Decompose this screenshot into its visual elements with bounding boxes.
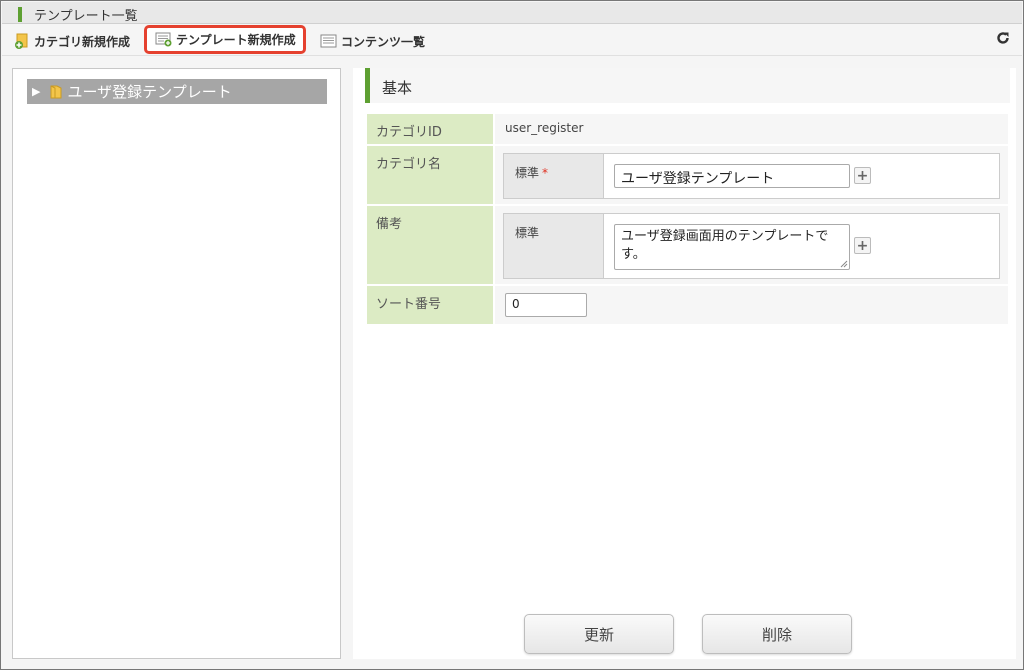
add-category-icon [15, 33, 28, 49]
app-window: テンプレート一覧 カテゴリ新規作成 テンプレート新規作成 コンテンツ一覧 ▶ ユ… [0, 0, 1024, 670]
content-list-label: コンテンツ一覧 [341, 34, 426, 49]
locale-label: 標準 [504, 214, 604, 278]
remarks-textarea[interactable]: ユーザ登録画面用のテンプレートです。 [614, 224, 850, 270]
tree-item-user-registration-template[interactable]: ▶ ユーザ登録テンプレート [27, 79, 327, 104]
list-icon [320, 34, 337, 48]
remarks-locale-table: 標準 ユーザ登録画面用のテンプレートです。 + [503, 213, 1000, 279]
add-locale-button[interactable]: + [854, 237, 871, 254]
remarks-cell: 標準 ユーザ登録画面用のテンプレートです。 + [495, 206, 1008, 284]
sort-order-cell: 0 [495, 286, 1008, 324]
locale-label: 標準 * [504, 154, 604, 198]
expand-arrow-icon[interactable]: ▶ [32, 85, 40, 98]
tree-item-label: ユーザ登録テンプレート [67, 83, 232, 101]
section-header: 基本 [365, 68, 1010, 103]
detail-pane: 基本 カテゴリID user_register カテゴリ名 標準 * ユーザ登録テ… [353, 68, 1016, 659]
category-tree-pane: ▶ ユーザ登録テンプレート [12, 68, 341, 659]
category-id-row: カテゴリID user_register [367, 114, 1008, 144]
category-id-label: カテゴリID [367, 114, 493, 144]
category-id-value: user_register [505, 121, 584, 135]
window-title: テンプレート一覧 [34, 9, 138, 24]
remarks-row: 備考 標準 ユーザ登録画面用のテンプレートです。 + [367, 206, 1008, 284]
remarks-label: 備考 [367, 206, 493, 284]
category-name-label: カテゴリ名 [367, 146, 493, 204]
new-category-label: カテゴリ新規作成 [34, 34, 131, 49]
delete-button[interactable]: 削除 [702, 614, 852, 654]
sort-order-label: ソート番号 [367, 286, 493, 324]
sort-order-row: ソート番号 0 [367, 286, 1008, 324]
category-id-cell: user_register [495, 114, 1008, 144]
category-name-locale-table: 標準 * ユーザ登録テンプレート + [503, 153, 1000, 199]
locale-label-text: 標準 [515, 166, 540, 180]
update-button[interactable]: 更新 [524, 614, 674, 654]
add-locale-button[interactable]: + [854, 167, 871, 184]
sort-order-input[interactable]: 0 [505, 293, 587, 317]
new-template-button[interactable]: テンプレート新規作成 [144, 25, 306, 54]
resize-grip-icon[interactable] [840, 260, 848, 268]
section-title: 基本 [382, 79, 413, 97]
toolbar: カテゴリ新規作成 テンプレート新規作成 コンテンツ一覧 [2, 24, 1022, 56]
new-category-button[interactable]: カテゴリ新規作成 [14, 28, 130, 54]
add-template-icon [155, 32, 172, 47]
required-mark: * [542, 166, 549, 180]
remarks-text: ユーザ登録画面用のテンプレートです。 [621, 229, 829, 262]
title-bar: テンプレート一覧 [2, 2, 1022, 24]
category-name-cell: 標準 * ユーザ登録テンプレート + [495, 146, 1008, 204]
refresh-icon[interactable] [996, 31, 1010, 45]
folder-icon [50, 85, 62, 99]
category-name-row: カテゴリ名 標準 * ユーザ登録テンプレート + [367, 146, 1008, 204]
title-marker [18, 7, 22, 22]
content-list-button[interactable]: コンテンツ一覧 [320, 28, 425, 54]
category-name-input[interactable]: ユーザ登録テンプレート [614, 164, 850, 188]
new-template-label: テンプレート新規作成 [176, 33, 296, 47]
locale-label-text: 標準 [515, 226, 540, 240]
